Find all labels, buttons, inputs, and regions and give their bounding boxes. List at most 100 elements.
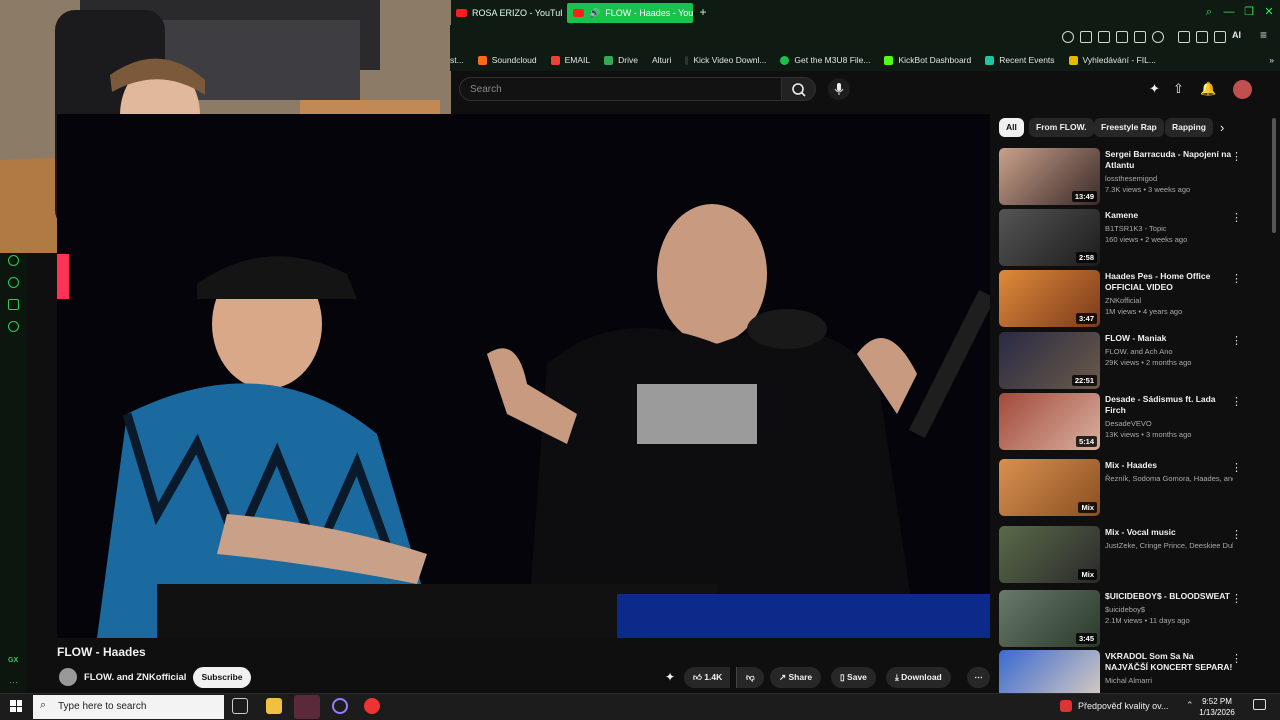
recommendation-title[interactable]: Desade - Sádismus ft. Lada Firch <box>1105 394 1233 416</box>
video-thumbnail[interactable]: Mix <box>999 526 1100 583</box>
more-options-icon[interactable]: ⋮ <box>1231 395 1242 408</box>
more-options-icon[interactable]: ⋮ <box>1231 211 1242 224</box>
recommendation-channel[interactable]: Řezník, Sodoma Gomora, Haades, and m... <box>1105 473 1233 484</box>
recommendation-item[interactable]: 5:14 Desade - Sádismus ft. Lada Firch Desa… <box>999 393 1257 451</box>
snapshot-icon[interactable] <box>1196 31 1208 43</box>
more-options-icon[interactable]: ⋮ <box>1231 528 1242 541</box>
more-icon[interactable]: ··· <box>9 677 18 687</box>
dislike-button[interactable]: 👎︎ <box>736 667 764 688</box>
recommendation-channel[interactable]: JustZeke, Cringe Prince, Deeskiee Dub, a… <box>1105 540 1233 551</box>
chevron-right-icon[interactable]: › <box>1220 120 1224 135</box>
recommendation-title[interactable]: $UICIDEBOY$ - BLOODSWEAT <box>1105 591 1233 602</box>
recommendation-item[interactable]: 13:49 Sergei Barracuda - Napojení na Atla… <box>999 148 1257 206</box>
channel-name[interactable]: FLOW. and ZNKofficial <box>84 672 186 683</box>
bookmark-alturi[interactable]: Alturi <box>652 55 671 65</box>
bookmark-email[interactable]: EMAIL <box>550 55 590 65</box>
recommendation-channel[interactable]: $uicideboy$ <box>1105 604 1233 615</box>
downloads-icon[interactable] <box>1214 31 1226 43</box>
more-actions-button[interactable]: ⋯ <box>967 667 990 688</box>
upload-icon[interactable]: ⇧ <box>1171 81 1186 96</box>
tab-flow-haades[interactable]: 🔊 FLOW - Haades - YouTube <box>567 3 693 23</box>
notifications-icon[interactable] <box>1253 699 1266 710</box>
chevron-up-icon[interactable]: ⌃ <box>1186 700 1194 711</box>
recommendation-channel[interactable]: ZNKofficial <box>1105 295 1233 306</box>
video-player[interactable] <box>57 114 990 638</box>
zoom-icon[interactable] <box>1062 31 1074 43</box>
bookmark-drive[interactable]: Drive <box>604 55 638 65</box>
recommendation-item[interactable]: Mix Mix - Haades Řezník, Sodoma Gomora, Ha… <box>999 459 1257 517</box>
video-thumbnail[interactable]: 22:51 <box>999 332 1100 389</box>
bookmark-kick-video[interactable]: Kick Video Downl... <box>685 55 766 65</box>
video-thumbnail[interactable]: 3:47 <box>999 270 1100 327</box>
recommendation-title[interactable]: Sergei Barracuda - Napojení na Atlantu <box>1105 149 1233 171</box>
bookmark-recent-events[interactable]: Recent Events <box>985 55 1055 65</box>
file-explorer-icon[interactable] <box>266 698 282 714</box>
sparkle-icon[interactable]: ✦ <box>665 670 675 684</box>
bookmark-kickbot[interactable]: KickBot Dashboard <box>884 55 971 65</box>
app-icon-red[interactable] <box>364 698 380 714</box>
ai-button[interactable]: AI <box>1232 30 1241 40</box>
bookmark-m3u8[interactable]: Get the M3U8 File... <box>780 55 870 65</box>
weather-widget[interactable]: Předpověď kvality ov... <box>1078 701 1168 711</box>
more-options-icon[interactable]: ⋮ <box>1231 150 1242 163</box>
recommendation-title[interactable]: Haades Pes - Home Office OFFICIAL VIDEO <box>1105 271 1233 293</box>
chip-from-flow[interactable]: From FLOW. <box>1029 118 1094 137</box>
channel-avatar[interactable] <box>59 668 77 686</box>
share-button[interactable]: ↗ Share <box>770 667 822 688</box>
extensions-icon[interactable] <box>1178 31 1190 43</box>
new-tab-button[interactable]: + <box>697 5 709 19</box>
video-thumbnail[interactable]: 13:49 <box>999 148 1100 205</box>
search-input[interactable]: Search <box>459 77 781 101</box>
recommendation-title[interactable]: Mix - Vocal music <box>1105 527 1233 538</box>
search-tabs-icon[interactable]: ⌕ <box>1202 5 1216 19</box>
windows-start-icon[interactable] <box>10 700 22 712</box>
video-thumbnail[interactable]: 2:58 <box>999 209 1100 266</box>
notifications-bell-icon[interactable]: 🔔 <box>1200 81 1216 96</box>
history-icon[interactable] <box>8 255 19 266</box>
maximize-button[interactable]: ❐ <box>1242 5 1256 19</box>
scrollbar[interactable] <box>1272 118 1276 233</box>
video-thumbnail[interactable]: Mix <box>999 459 1100 516</box>
settings-icon[interactable] <box>8 321 19 332</box>
recommendation-channel[interactable]: FLOW. and Ach Ano <box>1105 346 1233 357</box>
recommendation-channel[interactable]: lossthesemigod <box>1105 173 1233 184</box>
player-icon[interactable] <box>1134 31 1146 43</box>
app-icon-circle[interactable] <box>332 698 348 714</box>
recommendation-title[interactable]: VKRADOL Som Sa Na NAJVÄČŠÍ KONCERT SEPAR… <box>1105 651 1233 673</box>
more-options-icon[interactable]: ⋮ <box>1231 461 1242 474</box>
shield-icon[interactable] <box>1116 31 1128 43</box>
recommendation-title[interactable]: Mix - Haades <box>1105 460 1233 471</box>
heart-icon[interactable] <box>1152 31 1164 43</box>
create-icon[interactable]: ✦ <box>1147 81 1162 96</box>
video-thumbnail[interactable]: 5:14 <box>999 393 1100 450</box>
more-options-icon[interactable]: ⋮ <box>1231 652 1242 665</box>
recommendation-channel[interactable]: DesadeVEVO <box>1105 418 1233 429</box>
screenshot-icon[interactable] <box>1098 31 1110 43</box>
avatar[interactable] <box>1233 80 1252 99</box>
recommendation-title[interactable]: Kamene <box>1105 210 1233 221</box>
recommendation-item[interactable]: 3:45 $UICIDEBOY$ - BLOODSWEAT $uicideboy$ 2… <box>999 590 1257 648</box>
voice-search-button[interactable] <box>828 78 850 100</box>
video-thumbnail[interactable]: 3:45 <box>999 590 1100 647</box>
pin-icon[interactable] <box>1080 31 1092 43</box>
bookmark-vyhledavani[interactable]: Vyhledávání - FIL... <box>1068 55 1156 65</box>
chip-all[interactable]: All <box>999 118 1024 137</box>
recommendation-title[interactable]: FLOW - Maniak <box>1105 333 1233 344</box>
clock-icon[interactable] <box>8 277 19 288</box>
recommendation-item[interactable]: Mix Mix - Vocal music JustZeke, Cringe Pri… <box>999 526 1257 584</box>
recommendation-channel[interactable]: B1TSR1K3 - Topic <box>1105 223 1233 234</box>
more-options-icon[interactable]: ⋮ <box>1231 334 1242 347</box>
extensions-icon[interactable] <box>8 299 19 310</box>
bookmark-soundcloud[interactable]: Soundcloud <box>477 55 537 65</box>
minimize-button[interactable]: — <box>1222 5 1236 19</box>
save-button[interactable]: ▯ Save <box>831 667 876 688</box>
gx-badge[interactable]: GX <box>8 657 18 664</box>
bookmark-st[interactable]: st... <box>450 55 464 65</box>
bookmarks-overflow-icon[interactable]: » <box>1269 55 1274 65</box>
taskbar-search-input[interactable]: Type here to search <box>33 695 224 719</box>
recommendation-item[interactable]: 3:47 Haades Pes - Home Office OFFICIAL VI… <box>999 270 1257 328</box>
chip-rapping[interactable]: Rapping <box>1165 118 1213 137</box>
recommendation-item[interactable]: 2:58 Kamene B1TSR1K3 - Topic 160 views • 2 … <box>999 209 1257 267</box>
download-button[interactable]: ⤓ Download <box>886 667 951 688</box>
menu-icon[interactable]: ≡ <box>1260 28 1267 42</box>
